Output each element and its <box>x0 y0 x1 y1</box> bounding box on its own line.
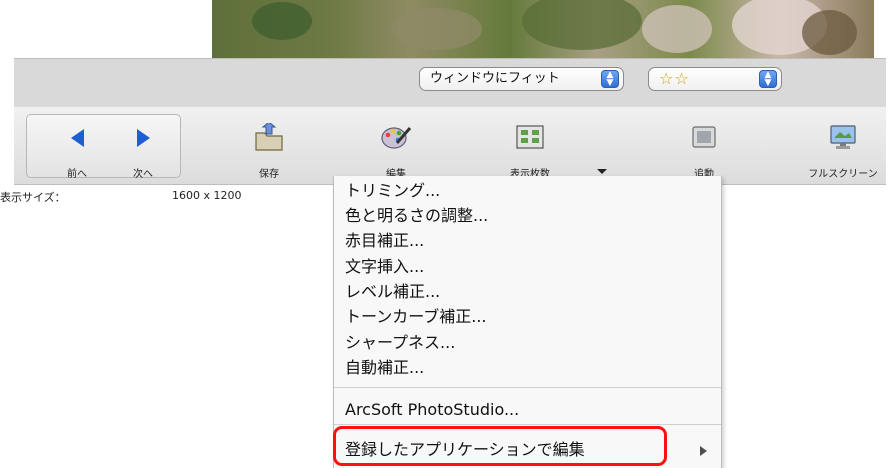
menu-item-text-insert[interactable]: 文字挿入... <box>334 255 721 279</box>
save-button[interactable]: 保存 <box>224 107 314 184</box>
slideshow-button[interactable]: 追動 <box>659 107 749 184</box>
slideshow-icon <box>692 126 716 148</box>
menu-separator <box>334 424 721 425</box>
menu-item-levels[interactable]: レベル補正... <box>334 280 721 304</box>
fit-to-window-select[interactable]: ウィンドウにフィット ▲ ▼ <box>419 67 624 91</box>
display-count-dropdown-icon[interactable] <box>597 169 607 174</box>
save-label: 保存 <box>259 169 279 180</box>
display-size-label: 表示サイズ： <box>0 191 66 204</box>
prev-label: 前へ <box>67 169 87 180</box>
view-options-bar: ウィンドウにフィット ▲ ▼ ☆☆ ▲ ▼ <box>14 58 886 108</box>
folder-save-icon <box>255 123 283 151</box>
submenu-arrow-icon <box>700 446 707 456</box>
display-count-button[interactable]: 表示枚数 <box>485 107 575 184</box>
display-size-value: 1600 x 1200 <box>172 189 242 202</box>
rating-select[interactable]: ☆☆ ▲ ▼ <box>648 67 782 91</box>
fit-select-value: ウィンドウにフィット <box>430 71 560 86</box>
menu-item-photostudio[interactable]: ArcSoft PhotoStudio... <box>334 398 721 422</box>
monitor-icon <box>830 125 856 149</box>
menu-item-color-brightness[interactable]: 色と明るさの調整... <box>334 204 721 228</box>
edit-dropdown-menu: トリミング... 色と明るさの調整... 赤目補正... 文字挿入... レベル… <box>333 176 722 468</box>
highlight-box <box>333 426 667 466</box>
menu-item-trimming[interactable]: トリミング... <box>334 179 721 203</box>
edit-button[interactable]: 編集 <box>351 107 441 184</box>
grid-view-icon <box>516 125 544 149</box>
main-toolbar: 前へ 次へ 保存 編集 表示枚数 追動 フルスクリーン <box>14 107 886 185</box>
menu-separator <box>334 387 721 388</box>
rating-stars: ☆☆ <box>659 69 690 88</box>
select-stepper-icon: ▲ ▼ <box>759 70 777 88</box>
next-label: 次へ <box>133 169 153 180</box>
next-button[interactable]: 次へ <box>115 107 171 184</box>
photo-preview <box>212 0 874 58</box>
arrow-right-icon <box>136 129 150 147</box>
menu-item-redeye[interactable]: 赤目補正... <box>334 229 721 253</box>
paint-palette-icon <box>381 127 412 149</box>
image-area-blank <box>14 0 212 58</box>
select-stepper-icon: ▲ ▼ <box>601 70 619 88</box>
menu-item-sharpness[interactable]: シャープネス... <box>334 331 721 355</box>
fullscreen-button[interactable]: フルスクリーン <box>798 107 888 184</box>
prev-button[interactable]: 前へ <box>49 107 105 184</box>
menu-item-tone-curve[interactable]: トーンカーブ補正... <box>334 305 721 329</box>
arrow-left-icon <box>70 129 84 147</box>
fullscreen-label: フルスクリーン <box>808 169 878 180</box>
menu-item-auto-correct[interactable]: 自動補正... <box>334 356 721 380</box>
